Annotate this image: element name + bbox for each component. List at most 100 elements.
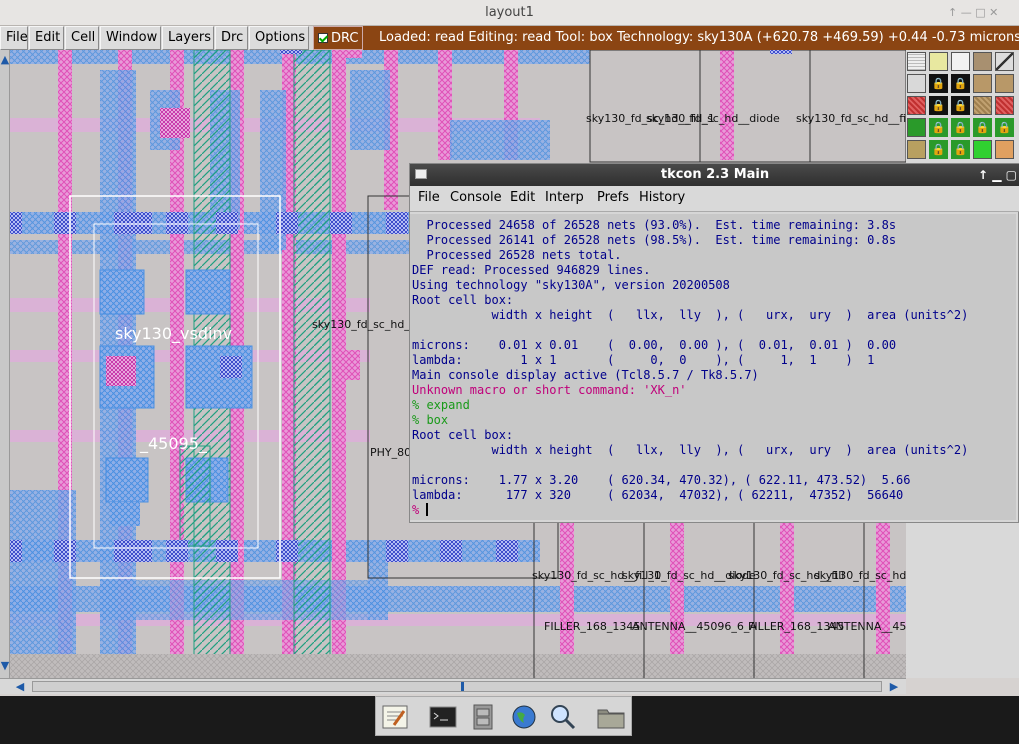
lock-icon[interactable]: 🔒 bbox=[951, 74, 970, 93]
tkcon-console-output[interactable]: Processed 24658 of 26528 nets (93.0%). E… bbox=[410, 214, 1016, 520]
cell-label: sky130_fd_sc_hd__ bbox=[312, 318, 416, 331]
menu-layers[interactable]: Layers bbox=[162, 26, 214, 50]
layer-swatch[interactable] bbox=[907, 74, 926, 93]
lock-icon[interactable]: 🔒 bbox=[929, 118, 948, 137]
selected-cell-name: sky130_vsdinv bbox=[115, 324, 233, 343]
layer-swatch[interactable] bbox=[951, 52, 970, 71]
tkcon-titlebar[interactable]: tkcon 2.3 Main ↑ ▁ ▢ bbox=[410, 164, 1019, 186]
cell-label: sky130_fd_sc_hd_ bbox=[814, 569, 906, 582]
layer-swatch[interactable] bbox=[973, 52, 992, 71]
window-titlebar[interactable]: layout1 ↑ — □ ✕ bbox=[0, 0, 1019, 26]
menu-drc[interactable]: Drc bbox=[215, 26, 248, 50]
launcher bbox=[375, 696, 632, 736]
layer-swatch[interactable] bbox=[929, 52, 948, 71]
scroll-right-icon[interactable]: ▶ bbox=[888, 681, 900, 693]
console-prompt[interactable]: % bbox=[412, 503, 1016, 518]
menu-window[interactable]: Window bbox=[100, 26, 161, 50]
status-bar: Loaded: read Editing: read Tool: box Tec… bbox=[363, 26, 1019, 50]
layer-swatch[interactable] bbox=[995, 140, 1014, 159]
layer-swatch[interactable] bbox=[907, 140, 926, 159]
globe-icon[interactable] bbox=[509, 703, 539, 731]
console-line: % box bbox=[412, 413, 449, 427]
layer-swatch[interactable] bbox=[973, 96, 992, 115]
lock-icon[interactable]: 🔒 bbox=[951, 118, 970, 137]
layer-palette: 🔒 🔒 🔒 🔒 🔒 🔒 🔒 🔒 🔒 🔒 bbox=[906, 50, 1019, 168]
drc-toggle-label: DRC bbox=[331, 31, 359, 46]
instance-label: FILLER_168_1345 bbox=[544, 620, 641, 633]
console-line: width x height ( llx, lly ), ( urx, ury … bbox=[412, 308, 969, 322]
console-line: Root cell box: bbox=[412, 428, 514, 442]
taskbar bbox=[0, 696, 1019, 744]
screen: layout1 ↑ — □ ✕ File Edit Cell Window La… bbox=[0, 0, 1019, 744]
lock-icon[interactable]: 🔒 bbox=[929, 74, 948, 93]
tkcon-menu-prefs[interactable]: Prefs bbox=[597, 190, 629, 205]
console-line: % expand bbox=[412, 398, 470, 412]
menu-file[interactable]: File bbox=[0, 26, 28, 50]
layer-swatch[interactable] bbox=[973, 74, 992, 93]
menu-cell[interactable]: Cell bbox=[65, 26, 99, 50]
cell-label: sky130_fd_sc_hd__diode bbox=[646, 112, 780, 125]
text-cursor bbox=[426, 503, 429, 516]
lock-icon[interactable]: 🔒 bbox=[951, 96, 970, 115]
lock-icon[interactable]: 🔒 bbox=[929, 96, 948, 115]
tkcon-title: tkcon 2.3 Main bbox=[660, 167, 770, 182]
instance-label: PHY_80 bbox=[370, 446, 412, 459]
console-line: Processed 26141 of 26528 nets (98.5%). E… bbox=[412, 233, 897, 247]
text-editor-icon[interactable] bbox=[380, 703, 410, 731]
console-line: lambda: 1 x 1 ( 0, 0 ), ( 1, 1 ) 1 bbox=[412, 353, 875, 367]
window-menu-icon[interactable] bbox=[415, 169, 427, 179]
magnifier-icon[interactable] bbox=[548, 703, 578, 731]
console-line: width x height ( llx, lly ), ( urx, ury … bbox=[412, 443, 969, 457]
instance-label: ANTENNA__45096_6_A bbox=[632, 620, 757, 633]
window-controls[interactable]: ↑ — □ ✕ bbox=[948, 6, 998, 19]
lock-icon[interactable]: 🔒 bbox=[973, 118, 992, 137]
tkcon-menubar: File Console Edit Interp Prefs History bbox=[410, 186, 1019, 212]
console-line: Processed 24658 of 26528 nets (93.0%). E… bbox=[412, 218, 897, 232]
selected-instance-name: _45095_ bbox=[140, 434, 207, 453]
instance-label: ANTENNA__450 bbox=[828, 620, 906, 633]
menu-edit[interactable]: Edit bbox=[29, 26, 64, 50]
tkcon-menu-file[interactable]: File bbox=[418, 190, 440, 205]
folder-icon[interactable] bbox=[596, 703, 626, 731]
tkcon-menu-edit[interactable]: Edit bbox=[510, 190, 535, 205]
layer-swatch[interactable] bbox=[907, 118, 926, 137]
layer-swatch[interactable] bbox=[907, 96, 926, 115]
lock-icon[interactable]: 🔒 bbox=[929, 140, 948, 159]
console-line: Unknown macro or short command: 'XK_n' bbox=[412, 383, 687, 397]
console-line: lambda: 177 x 320 ( 62034, 47032), ( 622… bbox=[412, 488, 904, 502]
vertical-scrollbar[interactable]: ▲ ▼ bbox=[0, 50, 10, 678]
drc-toggle[interactable]: DRC bbox=[313, 26, 363, 50]
layer-swatch[interactable] bbox=[907, 52, 926, 71]
tkcon-menu-history[interactable]: History bbox=[639, 190, 685, 205]
horizontal-scrollbar[interactable]: ◀ ▶ bbox=[0, 678, 906, 694]
menu-options[interactable]: Options bbox=[249, 26, 309, 50]
lock-icon[interactable]: 🔒 bbox=[951, 140, 970, 159]
layer-swatch[interactable] bbox=[995, 74, 1014, 93]
console-line: microns: 0.01 x 0.01 ( 0.00, 0.00 ), ( 0… bbox=[412, 338, 897, 352]
window-controls-icon[interactable]: ↑ ▁ ▢ bbox=[978, 164, 1017, 186]
lock-icon[interactable]: 🔒 bbox=[995, 118, 1014, 137]
file-cabinet-icon[interactable] bbox=[468, 703, 498, 731]
console-line: Processed 26528 nets total. bbox=[412, 248, 622, 262]
scroll-left-icon[interactable]: ◀ bbox=[14, 681, 26, 693]
console-line: DEF read: Processed 946829 lines. bbox=[412, 263, 651, 277]
layer-swatch[interactable] bbox=[995, 52, 1014, 71]
window-title: layout1 bbox=[485, 5, 534, 20]
console-line: Main console display active (Tcl8.5.7 / … bbox=[412, 368, 759, 382]
terminal-icon[interactable] bbox=[428, 703, 458, 731]
cell-label: sky130_fd_sc_hd__fill bbox=[796, 112, 906, 125]
layer-swatch[interactable] bbox=[995, 96, 1014, 115]
console-line: microns: 1.77 x 3.20 ( 620.34, 470.32), … bbox=[412, 473, 911, 487]
console-line: Root cell box: bbox=[412, 293, 514, 307]
tkcon-menu-console[interactable]: Console bbox=[450, 190, 502, 205]
scroll-track[interactable] bbox=[32, 681, 882, 692]
console-line: Using technology "sky130A", version 2020… bbox=[412, 278, 730, 292]
scroll-thumb[interactable] bbox=[461, 682, 464, 691]
checkbox-icon[interactable] bbox=[318, 33, 328, 43]
tkcon-window: tkcon 2.3 Main ↑ ▁ ▢ File Console Edit I… bbox=[409, 163, 1019, 523]
layer-swatch[interactable] bbox=[973, 140, 992, 159]
menubar: File Edit Cell Window Layers Drc Options… bbox=[0, 26, 1019, 50]
tkcon-menu-interp[interactable]: Interp bbox=[545, 190, 584, 205]
